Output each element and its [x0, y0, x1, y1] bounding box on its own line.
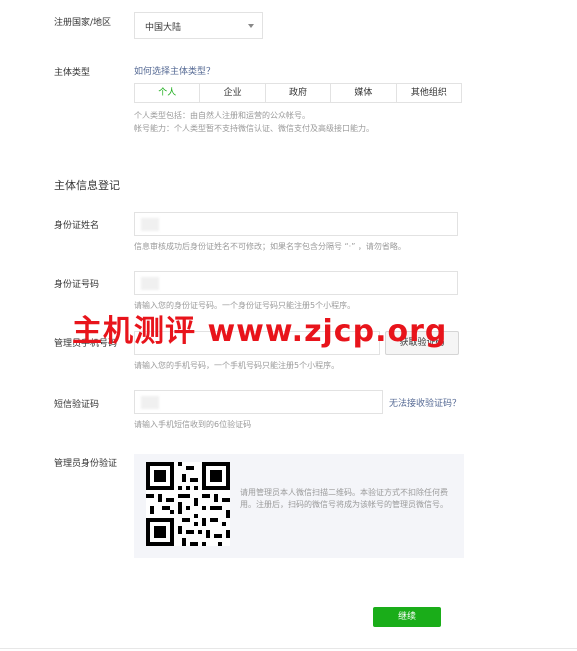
entity-type-option-government[interactable]: 政府	[266, 84, 332, 102]
continue-button[interactable]: 继续	[373, 607, 441, 627]
sms-code-input[interactable]	[134, 390, 383, 414]
region-select[interactable]: 中国大陆	[134, 12, 263, 39]
blurred-value	[141, 218, 159, 231]
id-name-hint: 信息审核成功后身份证姓名不可修改；如果名字包含分隔号 “·” ，请勿省略。	[134, 242, 406, 251]
blurred-value	[141, 396, 159, 409]
id-name-label: 身份证姓名	[54, 221, 100, 231]
entity-type-option-personal[interactable]: 个人	[135, 84, 201, 102]
entity-type-segmented: 个人 企业 政府 媒体 其他组织	[134, 83, 462, 103]
entity-type-desc-1: 个人类型包括：由自然人注册和运营的公众帐号。	[134, 111, 310, 120]
cannot-receive-code-link[interactable]: 无法接收验证码？	[389, 396, 461, 409]
sms-code-label: 短信验证码	[54, 400, 100, 410]
blurred-value	[141, 277, 159, 290]
section-title: 主体信息登记	[54, 179, 120, 192]
sms-code-hint: 请输入手机短信收到的6位验证码	[134, 420, 252, 429]
admin-verify-label: 管理员身份验证	[54, 459, 118, 469]
id-number-label: 身份证号码	[54, 280, 100, 290]
phone-hint: 请输入您的手机号码，一个手机号码只能注册5个小程序。	[134, 361, 340, 370]
id-name-input[interactable]	[134, 212, 458, 236]
region-label: 注册国家/地区	[54, 18, 112, 28]
entity-type-option-enterprise[interactable]: 企业	[200, 84, 266, 102]
entity-type-option-other[interactable]: 其他组织	[397, 84, 461, 102]
entity-type-option-media[interactable]: 媒体	[331, 84, 397, 102]
entity-type-label: 主体类型	[54, 68, 91, 78]
qr-code-icon	[146, 462, 230, 546]
divider	[0, 648, 577, 649]
entity-type-help-link[interactable]: 如何选择主体类型？	[134, 64, 215, 77]
id-number-input[interactable]	[134, 271, 458, 295]
entity-type-desc-2: 帐号能力：个人类型暂不支持微信认证、微信支付及高级接口能力。	[134, 124, 374, 133]
watermark-text: 主机测评 www.zjcp.org	[72, 314, 448, 349]
region-select-value: 中国大陆	[145, 23, 182, 33]
chevron-down-icon	[248, 24, 254, 28]
qr-instruction-text: 请用管理员本人微信扫描二维码。本验证方式不扣除任何费用。注册后，扫码的微信号将成…	[240, 488, 448, 509]
